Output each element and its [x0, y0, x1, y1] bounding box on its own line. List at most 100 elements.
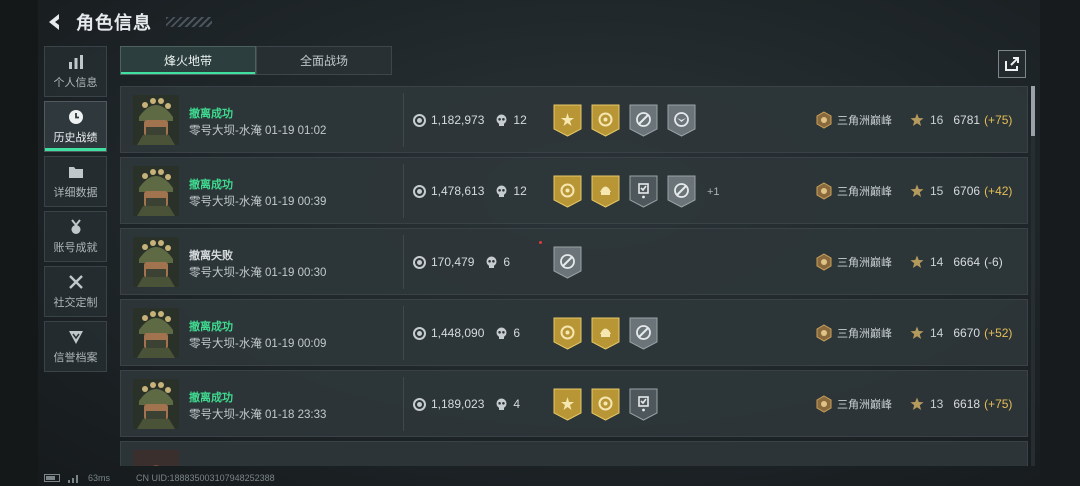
scrollbar[interactable]	[1031, 86, 1035, 466]
medal-silver-eagle-icon[interactable]	[667, 104, 696, 137]
rank-info: 三角洲巅峰 16 6781 (+75)	[815, 111, 1012, 129]
sidebar-item-reputation[interactable]: 信誉档案	[44, 321, 107, 372]
rank-emblem-icon	[816, 111, 832, 129]
header: 角色信息	[44, 8, 212, 36]
avatar	[133, 166, 179, 216]
loot-value: 1,478,613 12	[413, 184, 527, 198]
divider	[403, 164, 404, 218]
page-title: 角色信息	[76, 13, 152, 33]
back-arrow-icon[interactable]	[44, 11, 66, 33]
loot-value: 1,182,973 12	[413, 113, 527, 127]
medal-silver-badge-icon[interactable]	[629, 388, 658, 421]
rank-score: 6664	[953, 255, 981, 269]
score-change: (+75)	[984, 397, 1013, 411]
loot-value-text: 1,478,613	[431, 184, 485, 198]
match-record-row[interactable]: 撤离成功 零号大坝-水淹 01-19 01:02 1,182,973 12 三角…	[120, 86, 1028, 153]
kills-count: 4	[513, 397, 521, 411]
share-icon	[1005, 57, 1019, 71]
loot-value-text: 1,182,973	[431, 113, 485, 127]
divider	[403, 377, 404, 431]
uid-text: CN UID:188835003107948252388	[136, 473, 275, 483]
map-and-time: 零号大坝-水淹 01-19 00:39	[189, 196, 327, 208]
medal-silver-compass-icon[interactable]	[629, 104, 658, 137]
rank-name: 三角洲巅峰	[837, 257, 892, 269]
coin-icon	[413, 184, 426, 198]
extraction-result: 撤离成功	[189, 179, 233, 191]
tab-warfare-zone[interactable]: 烽火地带	[120, 46, 256, 75]
divider	[403, 306, 404, 360]
sidebar-item-detailed-data[interactable]: 详细数据	[44, 156, 107, 207]
medal-silver-compass-icon[interactable]	[667, 175, 696, 208]
background-edge-right	[1040, 0, 1080, 486]
kills-count: 12	[513, 184, 527, 198]
medal-gold-sun-icon[interactable]	[553, 388, 582, 421]
match-record-row[interactable]: 撤离失败 零号大坝-水淹 01-19 00:30 170,479 6 三角洲巅峰…	[120, 228, 1028, 295]
star-icon	[910, 255, 924, 268]
rank-score: 6781	[953, 113, 981, 127]
rank-level: 16	[930, 113, 944, 127]
rank-name: 三角洲巅峰	[837, 399, 892, 411]
medal-gold-circle-icon[interactable]	[591, 388, 620, 421]
more-medals-count[interactable]: +1	[707, 186, 720, 198]
extraction-result: 撤离失败	[189, 250, 233, 262]
sidebar-item-achievements[interactable]: 账号成就	[44, 211, 107, 262]
medal-gold-circle-icon[interactable]	[553, 175, 582, 208]
kills-count: 12	[513, 113, 527, 127]
skull-icon	[496, 114, 507, 126]
rank-info: 三角洲巅峰 13 6618 (+75)	[815, 395, 1012, 413]
rank-level: 14	[930, 255, 944, 269]
sidebar-item-label: 账号成就	[53, 241, 98, 254]
match-history-list: 撤离成功 零号大坝-水淹 01-19 01:02 1,182,973 12 三角…	[120, 86, 1028, 466]
medal-silver-compass-icon[interactable]	[629, 317, 658, 350]
medal-icon	[67, 218, 85, 235]
medal-list	[553, 246, 582, 279]
tab-full-battlefield[interactable]: 全面战场	[256, 46, 392, 75]
match-record-row[interactable]: 撤离成功 零号大坝-水淹 01-19 00:39 1,478,613 12 +1…	[120, 157, 1028, 224]
kills-count: 6	[513, 326, 521, 340]
map-and-time: 零号大坝-水淹 01-18 23:33	[189, 409, 327, 421]
loot-value: 1,189,023 4	[413, 397, 520, 411]
rank-level: 14	[930, 326, 944, 340]
medal-gold-helmet-icon[interactable]	[591, 317, 620, 350]
avatar	[133, 95, 179, 145]
medal-list	[553, 317, 658, 350]
rank-score: 6618	[953, 397, 981, 411]
match-record-row[interactable]: 撤离成功 零号大坝-水淹 01-18 23:33 1,189,023 4 三角洲…	[120, 370, 1028, 437]
match-record-row[interactable]: 撤离成功 零号大坝-水淹 01-19 00:09 1,448,090 6 三角洲…	[120, 299, 1028, 366]
loot-value: 1,448,090 6	[413, 326, 520, 340]
rank-emblem-icon	[816, 182, 832, 200]
map-and-time: 零号大坝-水淹 01-19 00:09	[189, 338, 327, 350]
medal-silver-compass-icon[interactable]	[553, 246, 582, 279]
star-icon	[910, 184, 924, 197]
star-icon	[910, 397, 924, 410]
folder-icon	[67, 164, 85, 180]
sidebar-item-personal-info[interactable]: 个人信息	[44, 46, 107, 97]
coin-icon	[413, 397, 426, 411]
match-record-row-partial[interactable]	[120, 441, 1028, 466]
loot-value-text: 1,448,090	[431, 326, 485, 340]
medal-silver-badge-icon[interactable]	[629, 175, 658, 208]
rank-level: 13	[930, 397, 944, 411]
rank-score: 6670	[953, 326, 981, 340]
scrollbar-thumb[interactable]	[1031, 86, 1035, 136]
score-change: (+42)	[984, 184, 1013, 198]
rank-score: 6706	[953, 184, 981, 198]
avatar	[133, 237, 179, 287]
medal-list	[553, 388, 658, 421]
rank-name: 三角洲巅峰	[837, 328, 892, 340]
extraction-result: 撤离成功	[189, 108, 233, 120]
score-change: (+52)	[984, 326, 1013, 340]
star-icon	[910, 326, 924, 339]
share-button[interactable]	[998, 50, 1026, 78]
medal-gold-circle-icon[interactable]	[553, 317, 582, 350]
sidebar-item-label: 社交定制	[53, 296, 98, 309]
rank-level: 15	[930, 184, 944, 198]
medal-gold-helmet-icon[interactable]	[591, 175, 620, 208]
sidebar-item-match-history[interactable]: 历史战绩	[44, 101, 107, 152]
medal-gold-circle-icon[interactable]	[591, 104, 620, 137]
medal-gold-sun-icon[interactable]	[553, 104, 582, 137]
sidebar: 个人信息 历史战绩 详细数据 账号成就 社交定制 信誉档案	[44, 46, 107, 372]
kills-count: 6	[503, 255, 511, 269]
sidebar-item-social-custom[interactable]: 社交定制	[44, 266, 107, 317]
medal-list: +1	[553, 175, 720, 208]
